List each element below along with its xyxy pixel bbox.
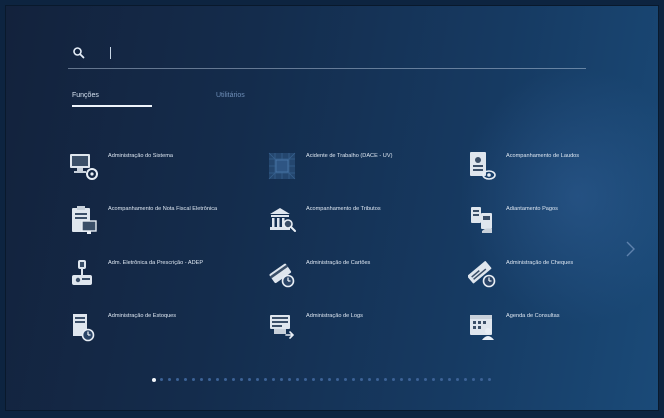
page-dot[interactable] (400, 378, 403, 381)
page-dot[interactable] (472, 378, 475, 381)
page-dot[interactable] (424, 378, 427, 381)
page-dot-active[interactable] (152, 377, 156, 382)
monitor-gear-icon (70, 154, 98, 180)
hand-card-icon (471, 207, 492, 233)
page-dot[interactable] (320, 378, 323, 381)
page-dot[interactable] (208, 378, 211, 381)
prescription-icon (72, 260, 92, 285)
tile-label: Administração de Estoques (108, 313, 177, 319)
tile-label: Acompanhamento de Tributos (306, 206, 381, 212)
page-dot[interactable] (384, 378, 387, 381)
box-clock-icon (73, 314, 95, 342)
building-search-icon (270, 208, 296, 232)
search-underline (68, 68, 586, 69)
page-dot[interactable] (376, 378, 379, 381)
page-dot[interactable] (304, 378, 307, 381)
page-dot[interactable] (480, 378, 483, 381)
chevron-right-icon[interactable] (624, 240, 636, 258)
page-dot[interactable] (408, 378, 411, 381)
page-dot[interactable] (216, 378, 219, 381)
page-dot[interactable] (176, 378, 179, 381)
tile-administracao-de-logs[interactable]: Administração de Logs (268, 312, 448, 352)
page-indicator (152, 377, 512, 385)
search-icon[interactable] (72, 46, 86, 60)
page-dot[interactable] (280, 378, 283, 381)
tile-label: Agenda de Consultas (506, 313, 560, 319)
page-dot[interactable] (392, 378, 395, 381)
tile-administracao-de-estoques[interactable]: Administração de Estoques (70, 312, 250, 352)
page-dot[interactable] (232, 378, 235, 381)
page-dot[interactable] (312, 378, 315, 381)
text-cursor (110, 47, 111, 59)
page-dot[interactable] (432, 378, 435, 381)
page-dot[interactable] (352, 378, 355, 381)
page-dot[interactable] (336, 378, 339, 381)
tile-label: Adiantamento Pagos (506, 206, 558, 212)
page-dot[interactable] (296, 378, 299, 381)
tile-acompanhamento-de-laudos[interactable]: Acompanhamento de Laudos (468, 152, 648, 192)
page-dot[interactable] (360, 378, 363, 381)
page-dot[interactable] (200, 378, 203, 381)
tab-utilitarios[interactable]: Utilitários (216, 92, 245, 105)
tile-label: Acompanhamento de Nota Fiscal Eletrônica (108, 206, 218, 212)
tile-acompanhamento-nfe[interactable]: Acompanhamento de Nota Fiscal Eletrônica (70, 205, 250, 245)
tile-label: Adm. Eletrônica da Prescrição - ADEP (108, 260, 204, 266)
tab-bar: Funções Utilitários (72, 92, 472, 112)
cards-clock-icon (269, 263, 295, 288)
active-tab-indicator (72, 105, 152, 107)
calendar-people-icon (470, 315, 494, 340)
page-dot[interactable] (488, 378, 491, 381)
page-dot[interactable] (264, 378, 267, 381)
page-dot[interactable] (328, 378, 331, 381)
page-dot[interactable] (248, 378, 251, 381)
tile-label: Administração do Sistema (108, 153, 173, 159)
tile-label: Acidente de Trabalho (DACE - UV) (306, 153, 393, 159)
page-dot[interactable] (168, 378, 171, 381)
logs-monitor-icon (270, 315, 295, 339)
page-dot[interactable] (272, 378, 275, 381)
page-dot[interactable] (160, 378, 163, 381)
tile-administracao-de-cheques[interactable]: Administração de Cheques (468, 259, 648, 299)
tile-administracao-de-cartoes[interactable]: Administração de Cartões (268, 259, 448, 299)
tile-adm-eletronica-prescricao[interactable]: Adm. Eletrônica da Prescrição - ADEP (70, 259, 250, 299)
tile-acompanhamento-de-tributos[interactable]: Acompanhamento de Tributos (268, 205, 448, 245)
page-dot[interactable] (448, 378, 451, 381)
tile-adiantamento-pagos[interactable]: Adiantamento Pagos (468, 205, 648, 245)
page-dot[interactable] (440, 378, 443, 381)
checks-clock-icon (468, 261, 496, 288)
page-dot[interactable] (456, 378, 459, 381)
page-dot[interactable] (288, 378, 291, 381)
tab-funcoes[interactable]: Funções (72, 92, 99, 105)
page-dot[interactable] (416, 378, 419, 381)
page-dot[interactable] (344, 378, 347, 381)
tile-label: Administração de Cheques (506, 260, 574, 266)
page-dot[interactable] (240, 378, 243, 381)
tile-label: Acompanhamento de Laudos (506, 153, 580, 159)
search-input[interactable] (94, 44, 578, 64)
page-dot[interactable] (256, 378, 259, 381)
tile-label: Administração de Cartões (306, 260, 371, 266)
document-eye-icon (470, 152, 496, 180)
page-dot[interactable] (184, 378, 187, 381)
tile-acidente-de-trabalho[interactable]: Acidente de Trabalho (DACE - UV) (268, 152, 448, 192)
tile-administracao-do-sistema[interactable]: Administração do Sistema (70, 152, 250, 192)
search-bar[interactable] (68, 42, 588, 64)
page-dot[interactable] (192, 378, 195, 381)
page-dot[interactable] (464, 378, 467, 381)
tile-label: Administração de Logs (306, 313, 363, 319)
page-dot[interactable] (368, 378, 371, 381)
tile-agenda-de-consultas[interactable]: Agenda de Consultas (468, 312, 648, 352)
app-screen: Funções Utilitários Administração do Sis… (6, 6, 658, 410)
clipboard-monitor-icon (72, 206, 97, 234)
grid-cube-icon (268, 152, 296, 180)
page-dot[interactable] (224, 378, 227, 381)
